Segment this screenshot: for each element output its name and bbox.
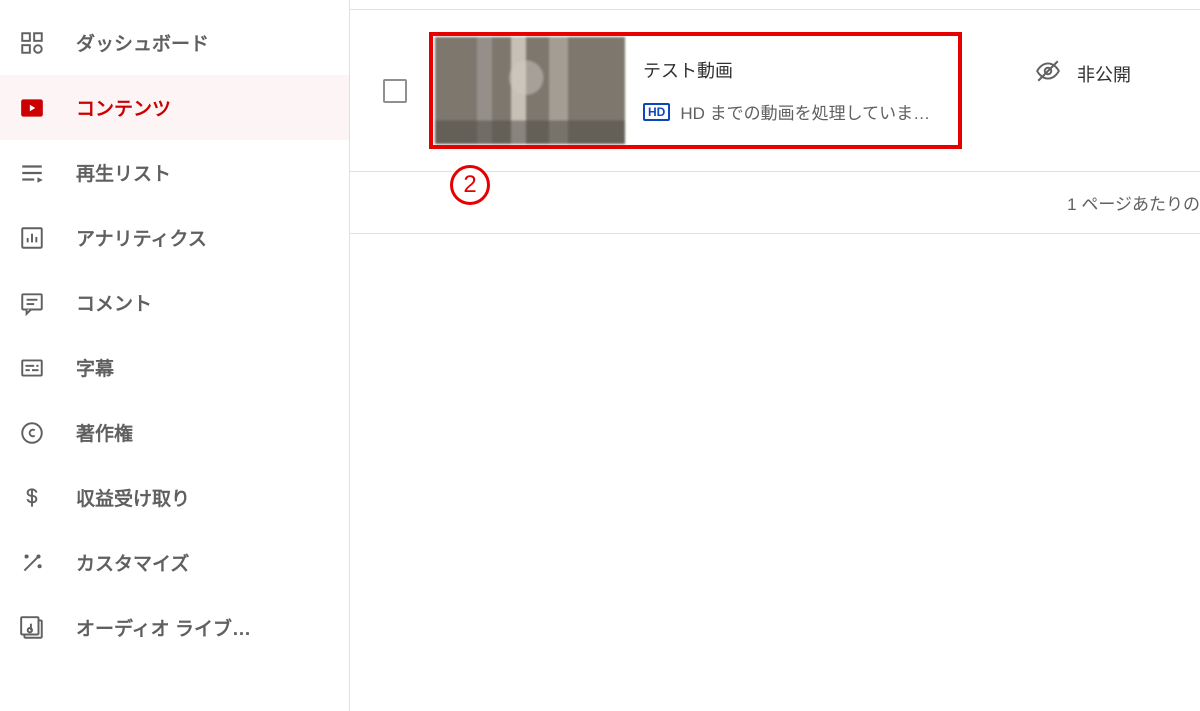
analytics-icon xyxy=(18,224,46,252)
subtitles-icon xyxy=(18,354,46,382)
content-icon xyxy=(18,94,46,122)
hd-badge-icon: HD xyxy=(643,103,670,121)
sidebar-item-subtitles[interactable]: 字幕 xyxy=(0,335,349,400)
sidebar-item-content[interactable]: コンテンツ xyxy=(0,75,349,140)
audio-library-icon xyxy=(18,614,46,642)
video-meta: テスト動画 HD HD までの動画を処理していま… xyxy=(643,57,930,124)
video-row[interactable]: テスト動画 HD HD までの動画を処理していま… 非公開 xyxy=(350,10,1200,172)
annotation-highlight-box: テスト動画 HD HD までの動画を処理していま… xyxy=(429,32,962,149)
copyright-icon xyxy=(18,419,46,447)
sidebar-item-label: 収益受け取り xyxy=(76,484,190,511)
rows-per-page-label: 1 ページあたりの xyxy=(1067,190,1200,215)
sidebar-item-copyright[interactable]: 著作権 xyxy=(0,400,349,465)
sidebar-item-playlists[interactable]: 再生リスト xyxy=(0,140,349,205)
video-status-text: HD までの動画を処理していま… xyxy=(680,99,930,124)
sidebar-item-label: 再生リスト xyxy=(76,159,171,186)
video-processing-status: HD HD までの動画を処理していま… xyxy=(643,99,930,124)
header-row-divider xyxy=(350,0,1200,10)
dollar-icon xyxy=(18,484,46,512)
sidebar-item-customize[interactable]: カスタマイズ xyxy=(0,530,349,595)
visibility-cell[interactable]: 非公開 xyxy=(1035,58,1131,89)
magic-wand-icon xyxy=(18,549,46,577)
sidebar-item-label: コンテンツ xyxy=(76,94,171,121)
row-checkbox[interactable] xyxy=(383,79,407,103)
sidebar-item-dashboard[interactable]: ダッシュボード xyxy=(0,10,349,75)
sidebar-item-label: カスタマイズ xyxy=(76,549,189,576)
visibility-hidden-icon xyxy=(1035,58,1061,89)
playlist-icon xyxy=(18,159,46,187)
sidebar-item-label: アナリティクス xyxy=(76,224,207,251)
sidebar-item-label: ダッシュボード xyxy=(76,29,209,56)
video-thumbnail[interactable] xyxy=(435,37,625,144)
sidebar-item-comments[interactable]: コメント xyxy=(0,270,349,335)
sidebar-item-analytics[interactable]: アナリティクス xyxy=(0,205,349,270)
sidebar-item-label: 字幕 xyxy=(76,354,114,381)
video-title[interactable]: テスト動画 xyxy=(643,57,930,83)
annotation-callout-2: 2 xyxy=(450,165,490,205)
sidebar-item-label: 著作権 xyxy=(76,419,133,446)
sidebar-item-label: オーディオ ライブ… xyxy=(76,614,251,641)
sidebar: ダッシュボード コンテンツ 再生リスト アナリティクス xyxy=(0,0,350,711)
sidebar-item-audio-library[interactable]: オーディオ ライブ… xyxy=(0,595,349,660)
sidebar-item-label: コメント xyxy=(76,289,152,316)
sidebar-item-monetization[interactable]: 収益受け取り xyxy=(0,465,349,530)
comment-icon xyxy=(18,289,46,317)
dashboard-icon xyxy=(18,29,46,57)
visibility-label: 非公開 xyxy=(1077,61,1131,87)
